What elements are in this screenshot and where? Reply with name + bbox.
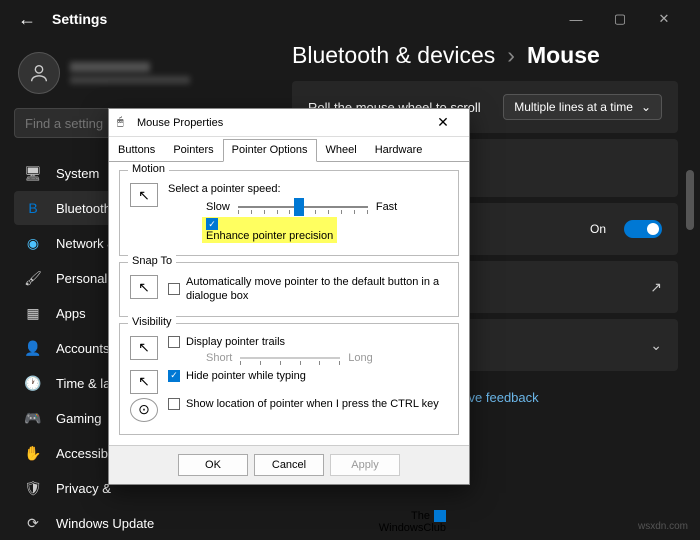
group-motion: Motion ↖ Select a pointer speed: Slow Fa…: [119, 170, 459, 256]
dropdown-value: Multiple lines at a time: [514, 100, 633, 114]
minimize-button[interactable]: —: [554, 4, 598, 34]
nav-icon: 🖌: [24, 269, 42, 287]
profile-info: [70, 62, 190, 84]
trails-checkbox[interactable]: Display pointer trails: [168, 336, 448, 348]
dialog-body: Motion ↖ Select a pointer speed: Slow Fa…: [109, 162, 469, 445]
tab-buttons[interactable]: Buttons: [109, 139, 164, 161]
checkbox-icon: ✓: [206, 218, 218, 230]
group-label: Motion: [128, 163, 169, 175]
close-button[interactable]: ✕: [642, 4, 686, 34]
group-snap: Snap To ↖ Automatically move pointer to …: [119, 262, 459, 317]
chevron-down-icon: ⌄: [650, 337, 662, 354]
dialog-tabs: ButtonsPointersPointer OptionsWheelHardw…: [109, 137, 469, 162]
scrollbar[interactable]: [686, 170, 694, 230]
nav-label: Gaming: [56, 411, 102, 426]
checkbox-label: Show location of pointer when I press th…: [186, 398, 439, 410]
profile[interactable]: [14, 46, 270, 108]
open-link-icon: ↗: [650, 279, 662, 296]
trails-slider: Short Long: [206, 352, 448, 364]
nav-label: Time & la: [56, 376, 110, 391]
nav-icon: 🕐: [24, 374, 42, 392]
watermark: TheWindowsClub: [379, 510, 446, 534]
snap-checkbox[interactable]: Automatically move pointer to the defaul…: [168, 275, 448, 304]
tab-hardware[interactable]: Hardware: [366, 139, 432, 161]
short-label: Short: [206, 352, 232, 364]
snap-icon: ↖: [130, 275, 158, 299]
window-title: Settings: [52, 11, 107, 27]
dialog-buttons: OK Cancel Apply: [109, 445, 469, 484]
breadcrumb-current: Mouse: [527, 42, 600, 69]
checkbox-icon: [168, 398, 180, 410]
nav-icon: B: [24, 199, 42, 217]
ctrl-icon: ⊙: [130, 398, 158, 422]
nav-icon: 🎮: [24, 409, 42, 427]
nav-icon: 🛡: [24, 479, 42, 497]
long-label: Long: [348, 352, 372, 364]
hover-toggle[interactable]: [624, 220, 662, 238]
group-label: Snap To: [128, 255, 176, 267]
checkbox-icon: [168, 336, 180, 348]
nav-label: Apps: [56, 306, 86, 321]
toggle-state: On: [590, 222, 606, 236]
checkbox-label: Hide pointer while typing: [186, 370, 306, 382]
nav-label: Accessibil: [56, 446, 114, 461]
apply-button[interactable]: Apply: [330, 454, 400, 476]
nav-icon: ◉: [24, 234, 42, 252]
nav-icon: ⟳: [24, 514, 42, 532]
window-controls: — ▢ ✕: [554, 4, 686, 34]
ok-button[interactable]: OK: [178, 454, 248, 476]
avatar: [18, 52, 60, 94]
group-visibility: Visibility TheWindowsClub ↖ Display poin…: [119, 323, 459, 435]
roll-dropdown[interactable]: Multiple lines at a time ⌄: [503, 94, 662, 120]
tab-pointers[interactable]: Pointers: [164, 139, 222, 161]
checkbox-icon: ✓: [168, 370, 180, 382]
tab-pointer-options[interactable]: Pointer Options: [223, 139, 317, 162]
sidebar-item-windows-update[interactable]: ⟳ Windows Update: [14, 506, 270, 540]
dialog-title: Mouse Properties: [137, 117, 223, 129]
breadcrumb: Bluetooth & devices › Mouse: [292, 42, 678, 69]
slow-label: Slow: [206, 201, 230, 213]
dialog-titlebar: 🖱 Mouse Properties ✕: [109, 109, 469, 137]
mouse-properties-dialog: 🖱 Mouse Properties ✕ ButtonsPointersPoin…: [108, 108, 470, 485]
slider-thumb[interactable]: [294, 198, 304, 216]
speed-label: Select a pointer speed:: [168, 183, 448, 195]
checkbox-label: Display pointer trails: [186, 336, 285, 348]
trails-icon: ↖: [130, 336, 158, 360]
cancel-button[interactable]: Cancel: [254, 454, 324, 476]
hide-typing-checkbox[interactable]: ✓ Hide pointer while typing: [168, 370, 306, 382]
source-watermark: wsxdn.com: [638, 521, 688, 532]
breadcrumb-parent[interactable]: Bluetooth & devices: [292, 42, 495, 69]
hide-icon: ↖: [130, 370, 158, 394]
checkbox-label: Automatically move pointer to the defaul…: [186, 275, 448, 304]
titlebar: ← Settings — ▢ ✕: [0, 0, 700, 38]
ctrl-location-checkbox[interactable]: Show location of pointer when I press th…: [168, 398, 439, 410]
group-label: Visibility: [128, 316, 176, 328]
nav-label: Bluetooth: [56, 201, 111, 216]
nav-label: Personali: [56, 271, 110, 286]
checkbox-icon: [168, 283, 180, 295]
mouse-icon: 🖱: [117, 116, 131, 130]
maximize-button[interactable]: ▢: [598, 4, 642, 34]
tab-wheel[interactable]: Wheel: [317, 139, 366, 161]
fast-label: Fast: [376, 201, 397, 213]
pointer-icon: ↖: [130, 183, 158, 207]
dialog-close-button[interactable]: ✕: [425, 114, 461, 131]
back-button[interactable]: ←: [14, 6, 40, 32]
nav-label: Accounts: [56, 341, 109, 356]
speed-slider[interactable]: Slow Fast: [206, 201, 448, 213]
nav-icon: ▦: [24, 304, 42, 322]
nav-icon: 🖥: [24, 164, 42, 182]
nav-label: Windows Update: [56, 516, 154, 531]
nav-icon: ✋: [24, 444, 42, 462]
chevron-down-icon: ⌄: [641, 100, 651, 114]
nav-label: System: [56, 166, 99, 181]
nav-label: Privacy &: [56, 481, 111, 496]
nav-icon: 👤: [24, 339, 42, 357]
nav-label: Network &: [56, 236, 116, 251]
enhance-precision-checkbox[interactable]: ✓ Enhance pointer precision: [202, 217, 337, 243]
checkbox-label: Enhance pointer precision: [206, 230, 333, 242]
chevron-right-icon: ›: [507, 42, 515, 69]
